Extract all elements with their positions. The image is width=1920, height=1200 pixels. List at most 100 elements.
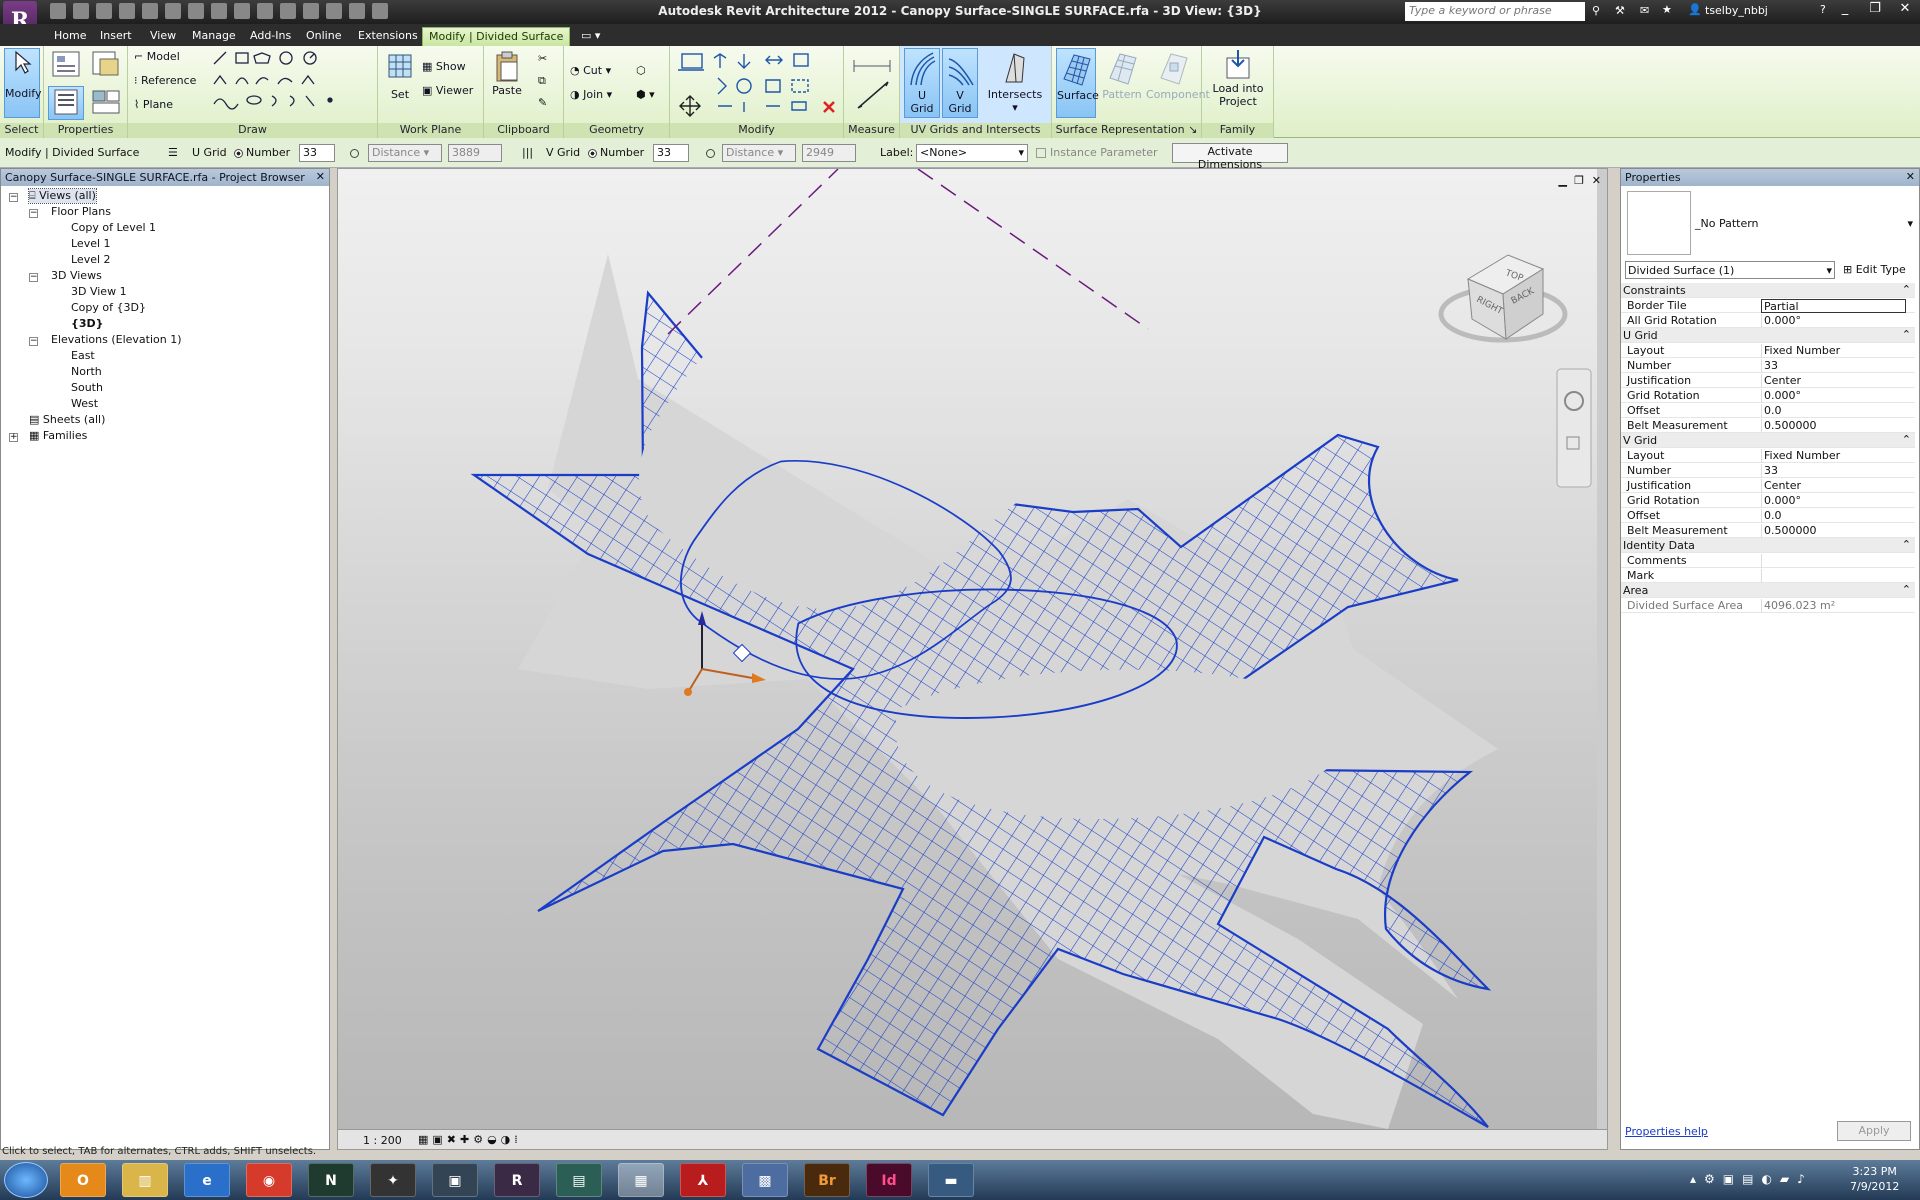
prop-value[interactable]: 0.000° [1761, 389, 1906, 403]
measure-icon[interactable] [188, 3, 204, 19]
collapse-icon[interactable]: − [29, 273, 38, 282]
join-geometry-button[interactable]: ◑ Join ▾ [570, 88, 612, 101]
taskbar-indesign[interactable]: Id [866, 1163, 912, 1197]
text-icon[interactable] [257, 3, 273, 19]
dialog-launcher-icon[interactable]: ↘ [1188, 123, 1197, 136]
family-category-button[interactable] [88, 86, 124, 120]
taskbar-ie[interactable]: e [184, 1163, 230, 1197]
prop-value[interactable]: 0.500000 [1761, 524, 1906, 538]
modify-tools-icon[interactable] [674, 50, 842, 120]
tab-insert[interactable]: Insert [94, 27, 138, 46]
paste-button[interactable]: Paste [488, 50, 526, 116]
instance-selector-dropdown[interactable]: Divided Surface (1) ▾ [1625, 261, 1835, 279]
prop-value[interactable]: 0.0 [1761, 404, 1906, 418]
prop-value[interactable]: 0.0 [1761, 509, 1906, 523]
restore-button[interactable]: ❐ [1860, 1, 1890, 21]
cut-icon[interactable]: ✂ [538, 52, 547, 65]
prop-v-offset[interactable]: Offset 0.0 [1621, 508, 1915, 523]
measure-icon[interactable] [850, 52, 894, 116]
system-tray-icons[interactable]: ▴⚙▣▤◐▰♪ [1690, 1172, 1813, 1186]
tree-north[interactable]: North [71, 365, 102, 378]
dimension-icon[interactable] [211, 3, 227, 19]
collapse-icon[interactable]: − [29, 337, 38, 346]
tree-copy-of-3d[interactable]: Copy of {3D} [71, 301, 146, 314]
v-number-input[interactable]: 33 [653, 144, 689, 162]
load-into-project-button[interactable]: Load into Project [1206, 48, 1270, 120]
draw-tools-icon[interactable] [210, 50, 360, 120]
sync-icon[interactable] [96, 3, 112, 19]
help-icon[interactable]: ? [1820, 3, 1826, 16]
tree-families[interactable]: ▦ Families [29, 429, 87, 442]
prop-value[interactable]: 33 [1761, 464, 1906, 478]
taskbar-app-4[interactable]: ▦ [618, 1163, 664, 1197]
prop-value[interactable]: Fixed Number [1761, 344, 1906, 358]
navigation-bar[interactable] [1556, 368, 1592, 488]
v-distance-radio[interactable] [706, 146, 718, 159]
contextual-dropdown-icon[interactable]: ▭ ▾ [575, 27, 606, 46]
taskbar-chrome[interactable]: ◉ [246, 1163, 292, 1197]
prop-value[interactable]: Partial [1761, 299, 1906, 313]
tab-extensions[interactable]: Extensions [352, 27, 424, 46]
prop-value[interactable]: 0.500000 [1761, 419, 1906, 433]
prop-value[interactable]: Center [1761, 374, 1906, 388]
family-types-button[interactable] [88, 49, 124, 83]
binoculars-icon[interactable]: ⚲ [1592, 4, 1600, 17]
viewer-button[interactable]: ▣ Viewer [422, 84, 473, 97]
tree-level-2[interactable]: Level 2 [71, 253, 111, 266]
prop-u-layout[interactable]: Layout Fixed Number [1621, 343, 1915, 358]
reference-line-button[interactable]: ⁝ Reference [134, 74, 196, 92]
tree-south[interactable]: South [71, 381, 103, 394]
prop-u-offset[interactable]: Offset 0.0 [1621, 403, 1915, 418]
wall-joins-icon[interactable]: ⬢ ▾ [636, 88, 655, 101]
taskbar-outlook[interactable]: O [60, 1163, 106, 1197]
tab-manage[interactable]: Manage [186, 27, 242, 46]
prop-comments[interactable]: Comments [1621, 553, 1915, 568]
u-number-input[interactable]: 33 [299, 144, 335, 162]
group-v-grid[interactable]: V Grid ⌃ [1621, 433, 1915, 448]
taskbar-clock[interactable]: 3:23 PM 7/9/2012 [1850, 1164, 1899, 1194]
pattern-button[interactable]: Pattern [1100, 48, 1144, 118]
prop-border-tile[interactable]: Border Tile Partial [1621, 298, 1915, 313]
taskbar-acrobat[interactable]: ⅄ [680, 1163, 726, 1197]
component-button[interactable]: Component [1146, 48, 1210, 118]
tree-sheets[interactable]: ▤ Sheets (all) [29, 413, 105, 426]
prop-value[interactable] [1761, 569, 1906, 583]
show-work-plane-button[interactable]: ▦ Show [422, 60, 466, 73]
u-distance-radio[interactable] [350, 146, 362, 159]
prop-value[interactable]: 33 [1761, 359, 1906, 373]
thin-lines-icon[interactable] [326, 3, 342, 19]
tree-west[interactable]: West [71, 397, 98, 410]
minimize-button[interactable]: _ [1830, 1, 1860, 21]
properties-help-link[interactable]: Properties help [1625, 1125, 1708, 1138]
taskbar-bridge[interactable]: Br [804, 1163, 850, 1197]
u-distance-input[interactable]: 3889 [448, 144, 502, 162]
u-grid-button[interactable]: U Grid [904, 48, 940, 118]
tree-3d-view-1[interactable]: 3D View 1 [71, 285, 127, 298]
prop-u-justification[interactable]: Justification Center [1621, 373, 1915, 388]
tab-modify-divided-surface[interactable]: Modify | Divided Surface [422, 27, 571, 46]
taskbar-app-3[interactable]: ▤ [556, 1163, 602, 1197]
instance-parameter-checkbox[interactable]: Instance Parameter [1036, 146, 1158, 159]
intersects-button[interactable]: Intersects ▾ [984, 48, 1046, 118]
v-grid-button[interactable]: V Grid [942, 48, 978, 118]
taskbar-3dsmax[interactable]: N [308, 1163, 354, 1197]
u-distance-dropdown[interactable]: Distance ▾ [368, 144, 442, 162]
view-control-icons[interactable]: ▦▣✖✚⚙◒◑⁞ [418, 1133, 522, 1146]
type-name[interactable]: _No Pattern [1695, 217, 1759, 230]
modify-button[interactable]: Modify [4, 48, 41, 118]
prop-u-number[interactable]: Number 33 [1621, 358, 1915, 373]
tab-add-ins[interactable]: Add-Ins [244, 27, 297, 46]
v-number-radio[interactable]: Number [588, 146, 644, 159]
edit-type-button[interactable]: ⊞ Edit Type [1841, 261, 1915, 279]
tree-east[interactable]: East [71, 349, 95, 362]
v-distance-dropdown[interactable]: Distance ▾ [722, 144, 796, 162]
close-icon[interactable]: ✕ [316, 170, 325, 183]
start-button[interactable] [4, 1162, 48, 1198]
tree-3d-view-current[interactable]: {3D} [71, 317, 103, 330]
group-constraints[interactable]: Constraints ⌃ [1621, 283, 1915, 298]
model-line-button[interactable]: ⌐ Model [134, 50, 180, 68]
communication-icon[interactable]: ✉ [1640, 4, 1649, 17]
collapse-icon[interactable]: − [9, 193, 18, 202]
surface-button[interactable]: Surface [1056, 48, 1099, 118]
taskbar-revit[interactable]: R [494, 1163, 540, 1197]
